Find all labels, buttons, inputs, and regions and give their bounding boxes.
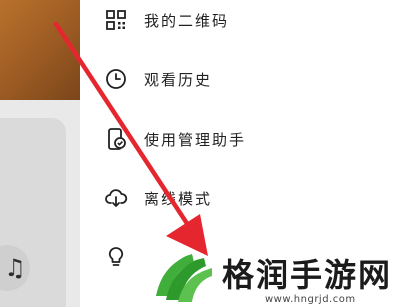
menu-item-usage-manager[interactable]: 使用管理助手: [104, 121, 246, 157]
menu-item-watch-history[interactable]: 观看历史: [104, 61, 212, 97]
menu-item-label: 使用管理助手: [144, 130, 247, 149]
menu-item-label: 离线模式: [144, 189, 213, 208]
watermark-logo-icon: [156, 254, 212, 302]
menu-item-theme[interactable]: [104, 239, 144, 275]
cloud-download-icon: [105, 189, 128, 207]
watermark-title: 格润手游网: [222, 256, 393, 294]
menu-item-label: 我的二维码: [144, 11, 230, 30]
qr-code-icon: [106, 10, 126, 30]
watermark-url: www.hngrjd.com: [265, 294, 356, 305]
clock-icon: [106, 69, 126, 89]
menu-item-offline-mode[interactable]: 离线模式: [104, 180, 212, 216]
background-page: ♫: [0, 0, 80, 307]
menu-item-my-qr-code[interactable]: 我的二维码: [104, 2, 229, 38]
menu-item-label: 观看历史: [144, 70, 213, 89]
lightbulb-icon: [108, 247, 124, 266]
background-banner-image: [0, 0, 80, 100]
phone-check-icon: [108, 128, 126, 150]
music-note-icon: ♫: [4, 254, 26, 282]
